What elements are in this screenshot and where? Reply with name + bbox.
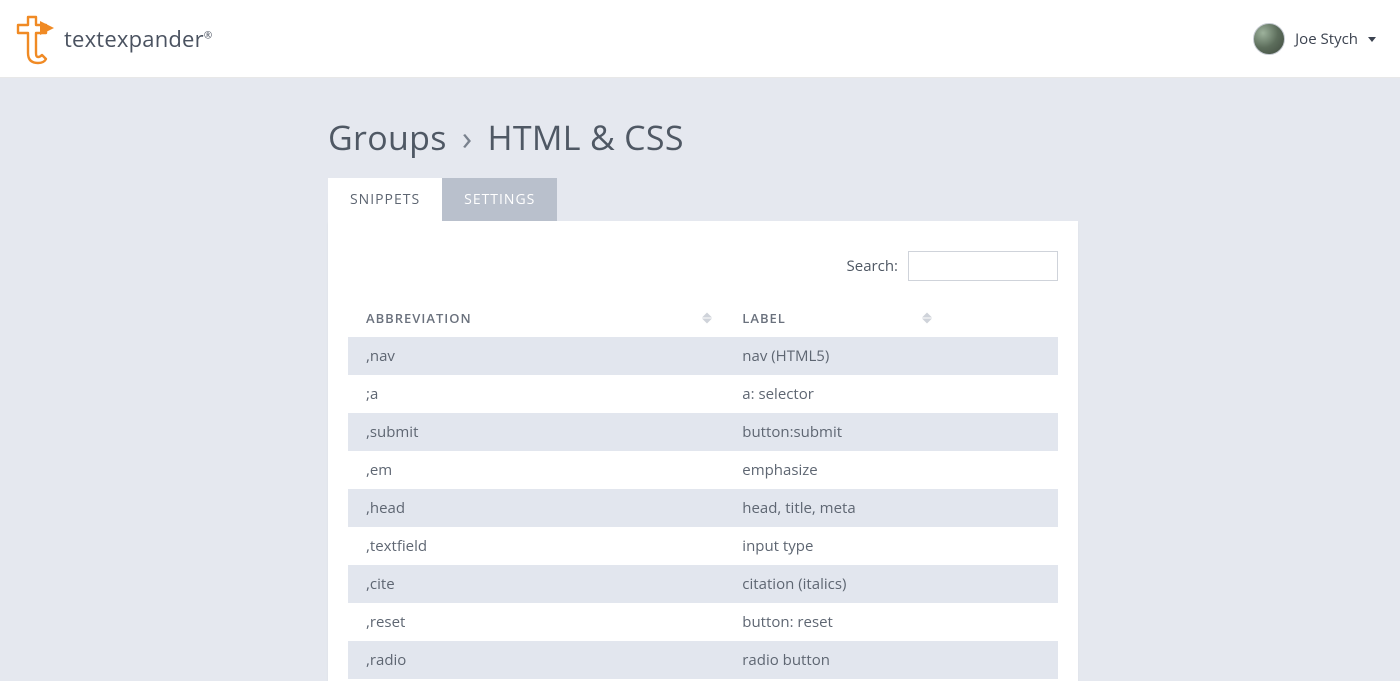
cell-pad: [944, 527, 1058, 565]
user-name: Joe Stych: [1295, 29, 1358, 49]
page-body: Groups › HTML & CSS SNIPPETS SETTINGS Se…: [0, 78, 1400, 681]
table-row[interactable]: ;aa: selector: [348, 375, 1058, 413]
cell-abbreviation: ,head: [348, 489, 724, 527]
cell-pad: [944, 451, 1058, 489]
search-label: Search:: [847, 256, 898, 276]
table-row[interactable]: ,citecitation (italics): [348, 565, 1058, 603]
cell-label: head, title, meta: [724, 489, 944, 527]
snippets-table: ABBREVIATION LABEL: [348, 299, 1058, 679]
cell-pad: [944, 375, 1058, 413]
table-row[interactable]: ,textfieldinput type: [348, 527, 1058, 565]
table-row[interactable]: ,submitbutton:submit: [348, 413, 1058, 451]
tab-snippets[interactable]: SNIPPETS: [328, 178, 442, 221]
cell-abbreviation: ,submit: [348, 413, 724, 451]
cell-label: button: reset: [724, 603, 944, 641]
cell-pad: [944, 641, 1058, 679]
column-header-label[interactable]: LABEL: [724, 299, 944, 337]
cell-abbreviation: ,radio: [348, 641, 724, 679]
cell-label: citation (italics): [724, 565, 944, 603]
panel: Search: ABBREVIATION LABEL: [328, 221, 1078, 681]
tabs: SNIPPETS SETTINGS: [328, 178, 1078, 221]
cell-label: a: selector: [724, 375, 944, 413]
table-row[interactable]: ,navnav (HTML5): [348, 337, 1058, 375]
cell-label: radio button: [724, 641, 944, 679]
cell-abbreviation: ,em: [348, 451, 724, 489]
column-header-abbreviation[interactable]: ABBREVIATION: [348, 299, 724, 337]
chevron-down-icon: [1368, 37, 1376, 42]
avatar: [1253, 23, 1285, 55]
cell-abbreviation: ,nav: [348, 337, 724, 375]
page-title: HTML & CSS: [488, 114, 684, 160]
cell-pad: [944, 337, 1058, 375]
brand-name: textexpander®: [64, 24, 212, 54]
cell-pad: [944, 565, 1058, 603]
cell-abbreviation: ,cite: [348, 565, 724, 603]
table-row[interactable]: ,radioradio button: [348, 641, 1058, 679]
cell-label: nav (HTML5): [724, 337, 944, 375]
cell-pad: [944, 603, 1058, 641]
cell-abbreviation: ;a: [348, 375, 724, 413]
brand-logo[interactable]: textexpander®: [8, 11, 212, 67]
search-row: Search:: [348, 251, 1058, 281]
breadcrumb-root[interactable]: Groups: [328, 114, 447, 160]
search-input[interactable]: [908, 251, 1058, 281]
topbar: textexpander® Joe Stych: [0, 0, 1400, 78]
cell-abbreviation: ,textfield: [348, 527, 724, 565]
column-header-pad: [944, 299, 1058, 337]
breadcrumb: Groups › HTML & CSS: [328, 114, 1078, 160]
tab-settings[interactable]: SETTINGS: [442, 178, 557, 221]
cell-abbreviation: ,reset: [348, 603, 724, 641]
cell-pad: [944, 489, 1058, 527]
user-menu[interactable]: Joe Stych: [1253, 23, 1376, 55]
cell-label: button:submit: [724, 413, 944, 451]
cell-pad: [944, 413, 1058, 451]
cell-label: input type: [724, 527, 944, 565]
cell-label: emphasize: [724, 451, 944, 489]
breadcrumb-separator: ›: [462, 114, 473, 160]
sort-icon: [922, 313, 932, 324]
table-row[interactable]: ,ememphasize: [348, 451, 1058, 489]
table-row[interactable]: ,resetbutton: reset: [348, 603, 1058, 641]
sort-icon: [702, 313, 712, 324]
table-row[interactable]: ,headhead, title, meta: [348, 489, 1058, 527]
textexpander-t-icon: [8, 11, 56, 67]
